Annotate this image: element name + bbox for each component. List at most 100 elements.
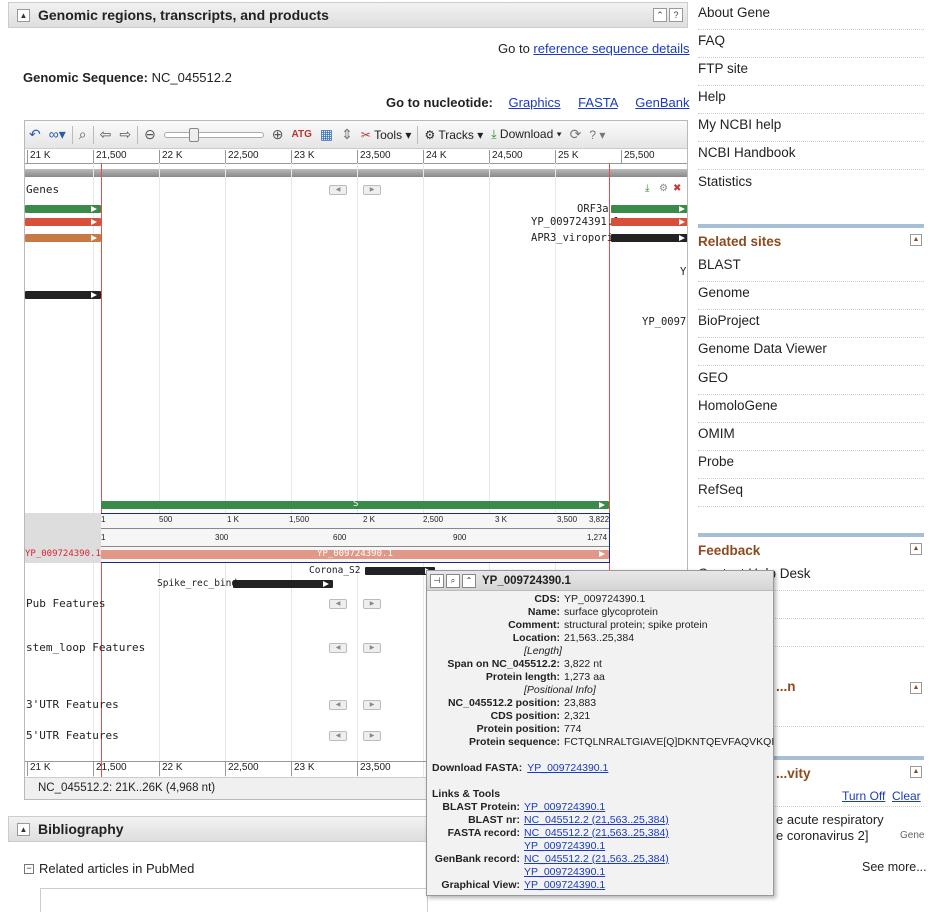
popup-link[interactable]: YP_009724390.1: [524, 801, 605, 813]
download-menu[interactable]: ⤓ Download ▾: [491, 127, 561, 142]
sidebar-link[interactable]: HomoloGene: [698, 395, 924, 423]
gene-label[interactable]: ORF3a: [577, 203, 609, 215]
collapse-icon[interactable]: ⇕: [341, 126, 353, 143]
collapse-toggle-icon[interactable]: ▲: [910, 543, 922, 555]
collapse-toggle-icon[interactable]: ▲: [910, 766, 922, 778]
track-prev-icon[interactable]: ◀: [329, 643, 347, 653]
link-icon[interactable]: ∞▾: [49, 126, 66, 143]
zoom-slider-handle[interactable]: [188, 127, 199, 142]
download-fasta-link[interactable]: YP_009724390.1: [527, 762, 608, 774]
help-icon[interactable]: ?: [669, 8, 683, 22]
sidebar-link[interactable]: About Gene: [698, 2, 924, 30]
sidebar-link[interactable]: GEO: [698, 367, 924, 395]
domain-label[interactable]: Spike_rec_bind: [157, 578, 237, 589]
gene-bar-orf3a[interactable]: [611, 205, 687, 213]
track-next-icon[interactable]: ▶: [363, 700, 381, 710]
track-prev-icon[interactable]: ◀: [329, 700, 347, 710]
turn-off-link[interactable]: Turn Off: [842, 789, 885, 803]
track-next-icon[interactable]: ▶: [363, 643, 381, 653]
ruler-tick: 23 K: [291, 150, 315, 164]
collapse-toggle-icon[interactable]: ▲: [17, 822, 30, 836]
popup-link-row: GenBank record: NC_045512.2 (21,563..25,3…: [387, 853, 669, 865]
sidebar-link[interactable]: Genome Data Viewer: [698, 338, 924, 366]
popup-link[interactable]: YP_009724390.1: [524, 866, 605, 878]
track-label-pub: Pub Features: [26, 597, 106, 610]
tracks-grid-icon[interactable]: ▦: [320, 126, 333, 143]
popup-link[interactable]: NC_045512.2 (21,563..25,384): [524, 814, 669, 826]
popup-link[interactable]: YP_009724390.1: [524, 879, 605, 891]
sidebar-link[interactable]: NCBI Handbook: [698, 142, 924, 170]
domain-bar-corona-s2[interactable]: [365, 567, 435, 575]
track-download-icon[interactable]: ⤓: [645, 183, 649, 194]
gene-bar-apr3[interactable]: [611, 234, 687, 242]
tracks-menu[interactable]: ⚙ Tracks ▾: [424, 128, 483, 142]
genbank-link[interactable]: GenBank: [635, 95, 689, 110]
track-prev-icon[interactable]: ◀: [329, 731, 347, 741]
expand-icon[interactable]: −: [24, 863, 34, 874]
track-prev-icon[interactable]: ◀: [329, 185, 347, 195]
sidebar-link[interactable]: RefSeq: [698, 479, 924, 507]
gene-bar[interactable]: [25, 205, 101, 213]
tools-menu[interactable]: ✂ Tools ▾: [361, 128, 412, 142]
track-prev-icon[interactable]: ◀: [329, 599, 347, 609]
gene-label-s: S: [353, 499, 359, 509]
gene-label[interactable]: APR3_viroporin: [531, 232, 620, 244]
popup-link[interactable]: NC_045512.2 (21,563..25,384): [524, 853, 669, 865]
track-next-icon[interactable]: ▶: [363, 599, 381, 609]
undo-icon[interactable]: ↶: [29, 126, 41, 143]
sidebar-link[interactable]: Genome: [698, 282, 924, 310]
sidebar-link[interactable]: BioProject: [698, 310, 924, 338]
pin-icon[interactable]: ⊣: [430, 573, 444, 588]
gene-bar[interactable]: [25, 291, 101, 299]
domain-bar-spike-rec[interactable]: [233, 580, 333, 588]
clear-link[interactable]: Clear: [892, 789, 921, 803]
popup-row-key: Comment:: [508, 619, 560, 631]
domain-label[interactable]: Corona_S2: [309, 565, 360, 576]
gene-label[interactable]: YP_0097: [642, 316, 686, 328]
download-fasta-row: Download FASTA: YP_009724390.1: [432, 762, 608, 774]
pan-left-icon[interactable]: ⇦: [100, 126, 112, 143]
popup-link[interactable]: YP_009724390.1: [524, 840, 605, 852]
search-icon[interactable]: ⌕: [79, 126, 87, 143]
zoom-in-icon[interactable]: ⊕: [272, 126, 284, 143]
sidebar-link[interactable]: Probe: [698, 451, 924, 479]
sidebar-link[interactable]: My NCBI help: [698, 114, 924, 142]
graphics-link[interactable]: Graphics: [509, 95, 561, 110]
collapse-icon[interactable]: ⌃: [462, 573, 476, 588]
gene-label[interactable]: Y: [680, 266, 686, 278]
sequence-icon[interactable]: ATG: [292, 129, 312, 140]
zoom-out-icon[interactable]: ⊖: [144, 126, 156, 143]
track-next-icon[interactable]: ▶: [363, 185, 381, 195]
gene-bar[interactable]: [25, 234, 101, 242]
pan-right-icon[interactable]: ⇨: [119, 126, 131, 143]
refresh-icon[interactable]: ⟳: [570, 126, 582, 143]
zoom-slider[interactable]: [163, 127, 264, 142]
fasta-link[interactable]: FASTA: [578, 95, 618, 110]
move-up-icon[interactable]: ⌃: [653, 8, 667, 22]
sidebar-link[interactable]: FTP site: [698, 58, 924, 86]
reference-sequence-link[interactable]: reference sequence details: [533, 41, 689, 56]
track-settings-icon[interactable]: ⚙: [659, 183, 668, 194]
gene-label[interactable]: YP_009724391.1: [531, 216, 620, 228]
track-next-icon[interactable]: ▶: [363, 731, 381, 741]
sidebar-link[interactable]: Help: [698, 86, 924, 114]
zoom-icon[interactable]: ⌕: [446, 573, 460, 588]
track-close-icon[interactable]: ✖: [673, 183, 681, 194]
sidebar-link[interactable]: Statistics: [698, 171, 924, 199]
help-menu-icon[interactable]: ? ▾: [589, 128, 605, 142]
track-label-stem: stem_loop Features: [26, 641, 146, 654]
sidebar-link[interactable]: FAQ: [698, 30, 924, 58]
popup-link[interactable]: NC_045512.2 (21,563..25,384): [524, 827, 669, 839]
activity-item[interactable]: e coronavirus 2]: [776, 828, 869, 843]
gene-bar[interactable]: [25, 218, 101, 226]
activity-item[interactable]: e acute respiratory: [776, 812, 884, 827]
popup-row-value: 1,273 aa: [564, 671, 605, 683]
collapse-toggle-icon[interactable]: ▲: [910, 682, 922, 694]
collapse-toggle-icon[interactable]: ▲: [17, 8, 30, 22]
see-more-link[interactable]: See more...: [862, 860, 927, 874]
sidebar-link[interactable]: BLAST: [698, 254, 924, 282]
sidebar-link[interactable]: OMIM: [698, 423, 924, 451]
collapse-toggle-icon[interactable]: ▲: [910, 234, 922, 246]
popup-row-key: Protein position:: [476, 723, 560, 735]
gene-bar-yp391[interactable]: [611, 218, 687, 226]
